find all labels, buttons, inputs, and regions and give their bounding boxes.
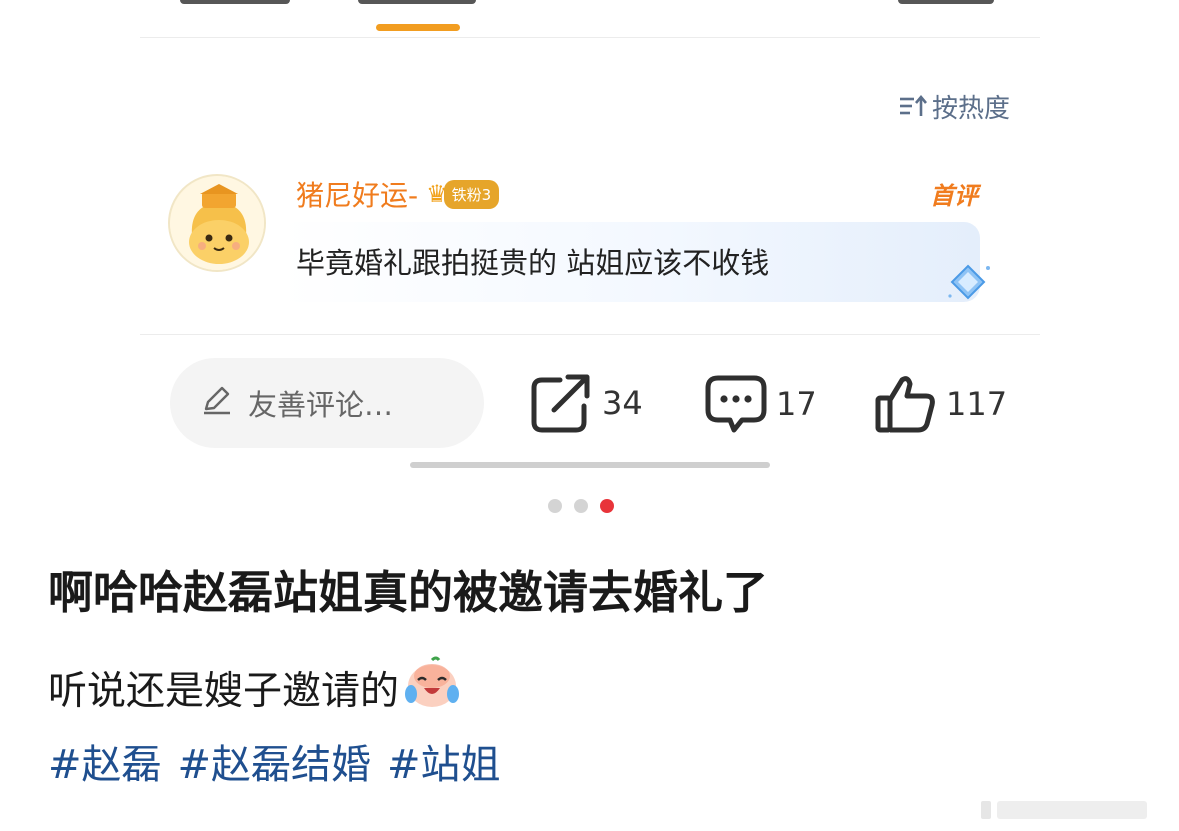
hashtag-link[interactable]: #赵磊结婚 <box>178 732 372 790</box>
like-button[interactable]: 117 <box>874 372 1007 436</box>
thumbs-up-icon <box>874 372 938 436</box>
post-text: 听说还是嫂子邀请的 <box>48 669 400 714</box>
comment-item: 猪尼好运- ♛ 铁粉3 首评 毕竟婚礼跟拍挺贵的 站姐应该不收钱 <box>168 170 1018 310</box>
pager-dot[interactable] <box>574 499 588 513</box>
comment-text: 毕竟婚礼跟拍挺贵的 站姐应该不收钱 <box>296 246 770 280</box>
username-row: 猪尼好运- ♛ 铁粉3 <box>296 174 500 214</box>
sort-button[interactable]: 按热度 <box>898 88 1010 125</box>
fan-badge[interactable]: ♛ 铁粉3 <box>426 179 500 209</box>
hashtag-link[interactable]: #站姐 <box>387 732 501 790</box>
post-text-row: 听说还是嫂子邀请的 <box>48 656 461 720</box>
watermark <box>971 795 1171 825</box>
comment-bubble-icon <box>704 372 768 436</box>
diamond-icon <box>944 260 994 308</box>
sort-icon <box>898 94 928 120</box>
first-comment-tag: 首评 <box>930 182 978 210</box>
laughing-crying-emoji-icon <box>403 656 461 720</box>
tab-strip <box>140 0 1040 38</box>
scroll-indicator <box>410 462 770 468</box>
tab-partial-left[interactable] <box>180 0 290 4</box>
share-count: 34 <box>602 384 643 422</box>
pager-dot[interactable] <box>548 499 562 513</box>
pencil-icon <box>200 383 234 424</box>
sort-label: 按热度 <box>931 94 1010 124</box>
share-icon <box>530 372 594 434</box>
comment-bubble[interactable]: 毕竟婚礼跟拍挺贵的 站姐应该不收钱 <box>280 222 990 302</box>
reply-button[interactable]: 17 <box>704 372 817 436</box>
avatar[interactable] <box>168 174 266 272</box>
post-title: 啊哈哈赵磊站姐真的被邀请去婚礼了 <box>48 566 769 619</box>
reply-count: 17 <box>776 385 817 423</box>
tab-partial-right[interactable] <box>898 0 994 4</box>
tab-active-indicator <box>376 24 460 31</box>
share-button[interactable]: 34 <box>530 372 643 434</box>
comment-input-placeholder: 友善评论… <box>248 388 394 422</box>
action-bar: 友善评论… 34 17 117 <box>170 358 1020 448</box>
hashtag-list: #赵磊 #赵磊结婚 #站姐 <box>48 732 501 790</box>
tab-partial-active[interactable] <box>358 0 476 4</box>
card-divider <box>140 334 1040 335</box>
pager-dot-active[interactable] <box>600 499 614 513</box>
like-count: 117 <box>946 385 1008 423</box>
image-pager-dots <box>548 499 614 513</box>
comment-card: 按热度 猪尼好运- ♛ 铁粉3 首评 毕竟婚礼跟拍挺贵的 站姐应该不收钱 友善评… <box>140 0 1040 520</box>
fan-badge-label: 铁粉3 <box>443 179 500 209</box>
comment-input[interactable]: 友善评论… <box>170 358 484 448</box>
hashtag-link[interactable]: #赵磊 <box>48 732 162 790</box>
username[interactable]: 猪尼好运- <box>296 174 418 214</box>
